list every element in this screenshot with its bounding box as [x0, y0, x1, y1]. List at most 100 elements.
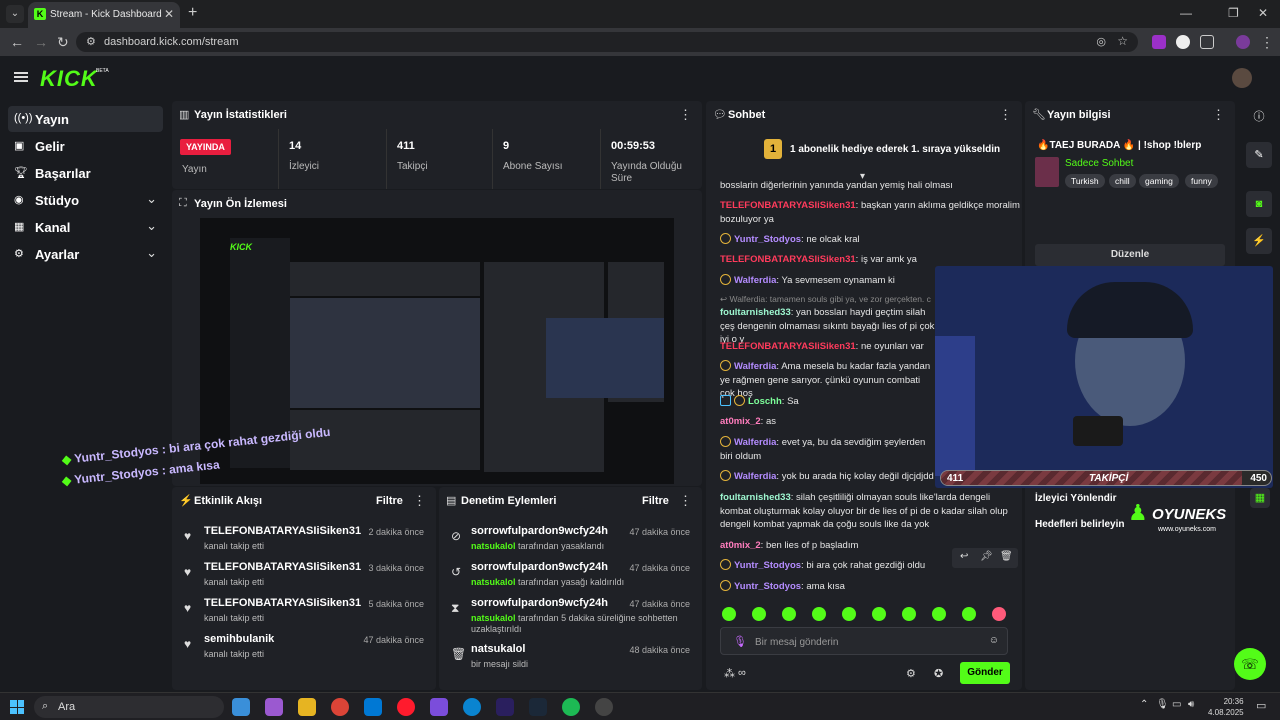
sidebar-item-ayarlar[interactable]: ⚙ Ayarlar ⌄	[8, 241, 163, 267]
windows-start-icon[interactable]	[10, 700, 24, 714]
tag-chip[interactable]: gaming	[1139, 174, 1179, 188]
sidebar-item-kanal[interactable]: ▦ Kanal ⌄	[8, 214, 163, 240]
maximize-button[interactable]: ❐	[1228, 6, 1239, 20]
steam-icon[interactable]	[529, 698, 547, 716]
site-info-icon[interactable]: ⚙	[86, 35, 96, 48]
chat-username[interactable]: TELEFONBATARYASIiSiken31	[720, 254, 856, 265]
tab-close-icon[interactable]: ✕	[164, 7, 174, 21]
lightning-icon[interactable]: ⚡	[1246, 228, 1272, 254]
emote-icon[interactable]	[932, 607, 946, 621]
back-icon[interactable]: ←	[10, 34, 24, 50]
tag-chip[interactable]: Turkish	[1065, 174, 1105, 188]
chat-username[interactable]: Loschh	[748, 396, 782, 407]
url-field[interactable]: ⚙ dashboard.kick.com/stream ◎ ☆	[76, 32, 1138, 52]
taskbar-clock[interactable]: 20:36 4.08.2025	[1208, 696, 1244, 718]
reload-icon[interactable]: ↻	[57, 34, 69, 51]
sidebar-item-studyo[interactable]: ◉ Stüdyo ⌄	[8, 187, 163, 213]
outlook-icon[interactable]	[364, 698, 382, 716]
emote-icon[interactable]	[962, 607, 976, 621]
notification-icon[interactable]: ▭	[1256, 699, 1266, 712]
new-tab-button[interactable]: +	[188, 4, 197, 22]
kick-points-icon[interactable]: ⁂	[724, 667, 735, 680]
moderator-name[interactable]: natsukalol	[471, 541, 516, 551]
tag-chip[interactable]: funny	[1185, 174, 1218, 188]
emote-icon[interactable]	[902, 607, 916, 621]
more-options-icon[interactable]: ⋮	[679, 493, 692, 509]
raid-link[interactable]: İzleyici Yönlendir	[1035, 493, 1117, 504]
file-explorer-icon[interactable]	[298, 698, 316, 716]
emote-icon[interactable]	[842, 607, 856, 621]
emote-icon[interactable]	[782, 607, 796, 621]
chrome-icon[interactable]	[331, 698, 349, 716]
pinned-message[interactable]: 1 1 abonelik hediye ederek 1. sıraya yük…	[706, 129, 1022, 171]
chat-username[interactable]: Walferdia	[734, 361, 776, 372]
reply-icon[interactable]: ↩	[960, 551, 968, 562]
mic-tray-icon[interactable]: 🎙︎	[1156, 699, 1169, 710]
tag-chip[interactable]: chill	[1109, 174, 1136, 188]
chat-username[interactable]: Walferdia	[734, 471, 776, 482]
volume-icon[interactable]: 🔊︎	[1188, 699, 1194, 710]
chat-username[interactable]: Yuntr_Stodyos	[734, 234, 801, 245]
activity-user[interactable]: TELEFONBATARYASIiSiken31	[204, 525, 361, 537]
edit-icon[interactable]: ✎	[1246, 142, 1272, 168]
info-icon[interactable]: ⓘ	[1246, 104, 1272, 130]
opera-icon[interactable]	[397, 698, 415, 716]
more-options-icon[interactable]: ⋮	[679, 107, 692, 123]
chat-username[interactable]: TELEFONBATARYASIiSiken31	[720, 341, 856, 352]
emoji-icon[interactable]: ☺	[989, 635, 999, 646]
eye-off-icon[interactable]: ◎	[1096, 35, 1106, 48]
chat-username[interactable]: Yuntr_Stodyos	[734, 560, 801, 571]
user-avatar[interactable]	[1232, 68, 1252, 88]
profile-avatar[interactable]	[1236, 35, 1250, 49]
taskbar-app-icon[interactable]	[232, 698, 250, 716]
moderator-name[interactable]: natsukalol	[471, 577, 516, 587]
category-name[interactable]: Sadece Sohbet	[1065, 158, 1133, 169]
chat-username[interactable]: at0mix_2	[720, 540, 761, 551]
extension-icon[interactable]	[1152, 35, 1166, 49]
moderation-user[interactable]: sorrowfulpardon9wcfy24h	[471, 525, 608, 537]
sidebar-item-gelir[interactable]: ▣ Gelir	[8, 133, 163, 159]
help-chat-icon[interactable]: ☏	[1234, 648, 1266, 680]
chat-input[interactable]: 🎙︎ Bir mesaj gönderin ☺	[720, 627, 1008, 655]
network-icon[interactable]: ▭	[1172, 699, 1181, 710]
emote-icon[interactable]	[992, 607, 1006, 621]
close-window-button[interactable]: ✕	[1258, 6, 1268, 20]
moderation-user[interactable]: sorrowfulpardon9wcfy24h	[471, 561, 608, 573]
clapper-icon[interactable]: ▦	[1250, 488, 1270, 508]
activity-user[interactable]: semihbulanik	[204, 633, 274, 645]
browser-tab[interactable]: K Stream - Kick Dashboard ✕	[28, 2, 180, 28]
moderator-name[interactable]: natsukalol	[471, 613, 516, 623]
sidebar-item-basarilar[interactable]: 🏆︎ Başarılar	[8, 160, 163, 186]
chat-username[interactable]: Walferdia	[734, 437, 776, 448]
settings-icon[interactable]: ⚙	[906, 667, 916, 680]
chat-username[interactable]: at0mix_2	[720, 416, 761, 427]
taskbar-search[interactable]: ⌕ Ara	[34, 696, 224, 718]
obs-icon[interactable]	[595, 698, 613, 716]
extensions-puzzle-icon[interactable]	[1200, 35, 1214, 49]
moderation-user[interactable]: natsukalol	[471, 643, 525, 655]
kick-logo[interactable]: KICK	[40, 66, 98, 92]
tray-chevron-icon[interactable]: ⌃	[1140, 699, 1148, 710]
minimize-button[interactable]: —	[1180, 6, 1192, 20]
edit-button[interactable]: Düzenle	[1035, 244, 1225, 266]
pin-icon[interactable]: 📌︎	[980, 551, 993, 562]
bookmark-star-icon[interactable]: ☆	[1117, 34, 1128, 48]
capture-icon[interactable]: ◙	[1246, 191, 1272, 217]
sidebar-item-yayin[interactable]: ((•)) Yayın	[8, 106, 163, 132]
edge-icon[interactable]	[463, 698, 481, 716]
forward-icon[interactable]: →	[34, 34, 48, 50]
microphone-icon[interactable]: 🎙︎	[733, 635, 747, 648]
spotify-icon[interactable]	[562, 698, 580, 716]
filter-button[interactable]: Filtre	[642, 495, 669, 507]
chat-username[interactable]: TELEFONBATARYASIiSiken31	[720, 200, 856, 211]
emote-icon[interactable]	[872, 607, 886, 621]
taskbar-app-icon[interactable]	[265, 698, 283, 716]
send-button[interactable]: Gönder	[960, 662, 1010, 684]
browser-menu-icon[interactable]: ⋮	[1260, 34, 1274, 51]
more-options-icon[interactable]: ⋮	[999, 107, 1012, 123]
emote-icon[interactable]	[752, 607, 766, 621]
mod-tools-icon[interactable]: ✪	[934, 667, 943, 680]
more-options-icon[interactable]: ⋮	[413, 493, 426, 509]
chat-username[interactable]: foultarnished33	[720, 307, 791, 318]
delete-icon[interactable]: 🗑︎	[1000, 551, 1013, 562]
